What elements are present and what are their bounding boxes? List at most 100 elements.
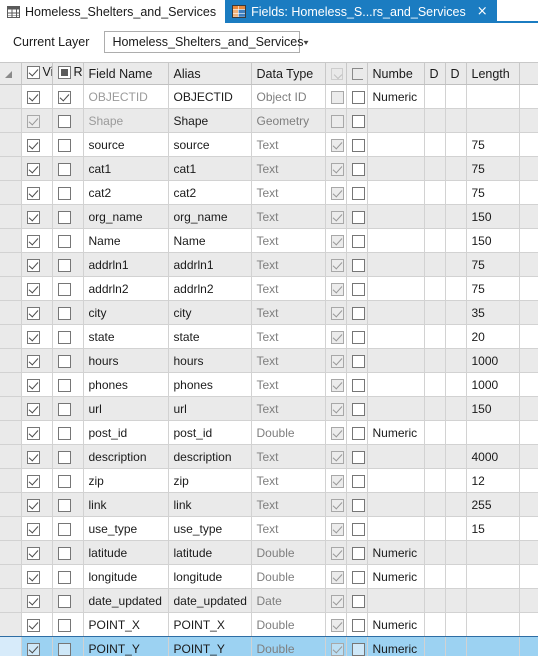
highlight-checkbox[interactable] — [351, 138, 365, 152]
allow-null-checkbox[interactable] — [330, 498, 344, 512]
readonly-checkbox[interactable] — [57, 354, 71, 368]
table-row[interactable]: city city Text 35 — [0, 300, 538, 325]
alias-cell[interactable]: addrln1 — [168, 252, 252, 277]
visible-checkbox[interactable] — [26, 114, 40, 128]
allow-null-cell[interactable] — [325, 420, 347, 445]
table-row[interactable]: cat1 cat1 Text 75 — [0, 156, 538, 181]
domain-cell[interactable] — [424, 396, 446, 421]
visible-checkbox[interactable] — [26, 498, 40, 512]
length-cell[interactable] — [466, 612, 520, 637]
row-selector[interactable] — [0, 132, 22, 157]
data-type-cell[interactable]: Text — [251, 492, 326, 517]
allow-null-cell[interactable] — [325, 588, 347, 613]
row-visible-cell[interactable] — [21, 132, 53, 157]
readonly-checkbox[interactable] — [57, 210, 71, 224]
allow-null-checkbox[interactable] — [330, 90, 344, 104]
row-readonly-cell[interactable] — [52, 540, 84, 565]
default-cell[interactable] — [445, 276, 467, 301]
column-header-number-format[interactable]: Numbe — [367, 62, 425, 85]
length-cell[interactable]: 35 — [466, 300, 520, 325]
visible-checkbox[interactable] — [26, 90, 40, 104]
table-row[interactable]: addrln2 addrln2 Text 75 — [0, 276, 538, 301]
data-type-cell[interactable]: Text — [251, 324, 326, 349]
row-selector[interactable] — [0, 468, 22, 493]
grid-corner-select-all[interactable] — [0, 62, 22, 85]
alias-cell[interactable]: Shape — [168, 108, 252, 133]
allow-null-cell[interactable] — [325, 540, 347, 565]
row-visible-cell[interactable] — [21, 108, 53, 133]
field-name-cell[interactable]: zip — [83, 468, 169, 493]
alias-cell[interactable]: longitude — [168, 564, 252, 589]
field-name-cell[interactable]: post_id — [83, 420, 169, 445]
row-readonly-cell[interactable] — [52, 564, 84, 589]
table-row[interactable]: Name Name Text 150 — [0, 228, 538, 253]
allow-null-checkbox[interactable] — [330, 162, 344, 176]
row-visible-cell[interactable] — [21, 636, 53, 656]
row-readonly-cell[interactable] — [52, 132, 84, 157]
data-type-cell[interactable]: Double — [251, 636, 326, 656]
row-selector[interactable] — [0, 84, 22, 109]
row-selector[interactable] — [0, 420, 22, 445]
field-name-cell[interactable]: phones — [83, 372, 169, 397]
number-format-cell[interactable] — [367, 324, 425, 349]
field-name-cell[interactable]: OBJECTID — [83, 84, 169, 109]
row-visible-cell[interactable] — [21, 252, 53, 277]
default-cell[interactable] — [445, 612, 467, 637]
row-selector[interactable] — [0, 180, 22, 205]
row-readonly-cell[interactable] — [52, 276, 84, 301]
domain-cell[interactable] — [424, 84, 446, 109]
row-selector[interactable] — [0, 564, 22, 589]
highlight-checkbox[interactable] — [351, 474, 365, 488]
row-readonly-cell[interactable] — [52, 252, 84, 277]
highlight-checkbox[interactable] — [351, 90, 365, 104]
data-type-cell[interactable]: Text — [251, 276, 326, 301]
allow-null-checkbox[interactable] — [330, 474, 344, 488]
length-cell[interactable] — [466, 636, 520, 656]
visible-checkbox[interactable] — [26, 282, 40, 296]
table-row[interactable]: org_name org_name Text 150 — [0, 204, 538, 229]
table-row[interactable]: OBJECTID OBJECTID Object ID Numeric — [0, 84, 538, 109]
table-row[interactable]: post_id post_id Double Numeric — [0, 420, 538, 445]
table-row[interactable]: latitude latitude Double Numeric — [0, 540, 538, 565]
domain-cell[interactable] — [424, 108, 446, 133]
table-row[interactable]: link link Text 255 — [0, 492, 538, 517]
allow-null-checkbox[interactable] — [330, 258, 344, 272]
field-name-cell[interactable]: POINT_Y — [83, 636, 169, 656]
length-cell[interactable]: 75 — [466, 156, 520, 181]
row-selector[interactable] — [0, 324, 22, 349]
allow-null-cell[interactable] — [325, 228, 347, 253]
visible-checkbox[interactable] — [26, 378, 40, 392]
field-name-cell[interactable]: use_type — [83, 516, 169, 541]
field-name-cell[interactable]: Shape — [83, 108, 169, 133]
visible-checkbox[interactable] — [26, 546, 40, 560]
default-cell[interactable] — [445, 492, 467, 517]
allow-null-checkbox[interactable] — [330, 282, 344, 296]
column-header-data-type[interactable]: Data Type — [251, 62, 326, 85]
length-cell[interactable]: 75 — [466, 132, 520, 157]
field-name-cell[interactable]: hours — [83, 348, 169, 373]
row-selector[interactable] — [0, 276, 22, 301]
length-cell[interactable] — [466, 564, 520, 589]
row-visible-cell[interactable] — [21, 348, 53, 373]
readonly-all-checkbox[interactable] — [57, 65, 71, 79]
visible-checkbox[interactable] — [26, 426, 40, 440]
allow-null-checkbox[interactable] — [330, 138, 344, 152]
allow-null-checkbox[interactable] — [330, 234, 344, 248]
length-cell[interactable]: 4000 — [466, 444, 520, 469]
default-cell[interactable] — [445, 180, 467, 205]
highlight-cell[interactable] — [346, 300, 368, 325]
visible-checkbox[interactable] — [26, 234, 40, 248]
allow-null-checkbox[interactable] — [330, 354, 344, 368]
highlight-checkbox[interactable] — [351, 426, 365, 440]
table-row[interactable]: POINT_X POINT_X Double Numeric — [0, 612, 538, 637]
data-type-cell[interactable]: Geometry — [251, 108, 326, 133]
data-type-cell[interactable]: Text — [251, 348, 326, 373]
field-name-cell[interactable]: cat2 — [83, 180, 169, 205]
row-selector[interactable] — [0, 588, 22, 613]
highlight-checkbox[interactable] — [351, 498, 365, 512]
data-type-cell[interactable]: Double — [251, 612, 326, 637]
default-cell[interactable] — [445, 300, 467, 325]
allow-null-cell[interactable] — [325, 276, 347, 301]
highlight-checkbox[interactable] — [351, 570, 365, 584]
allow-null-cell[interactable] — [325, 180, 347, 205]
